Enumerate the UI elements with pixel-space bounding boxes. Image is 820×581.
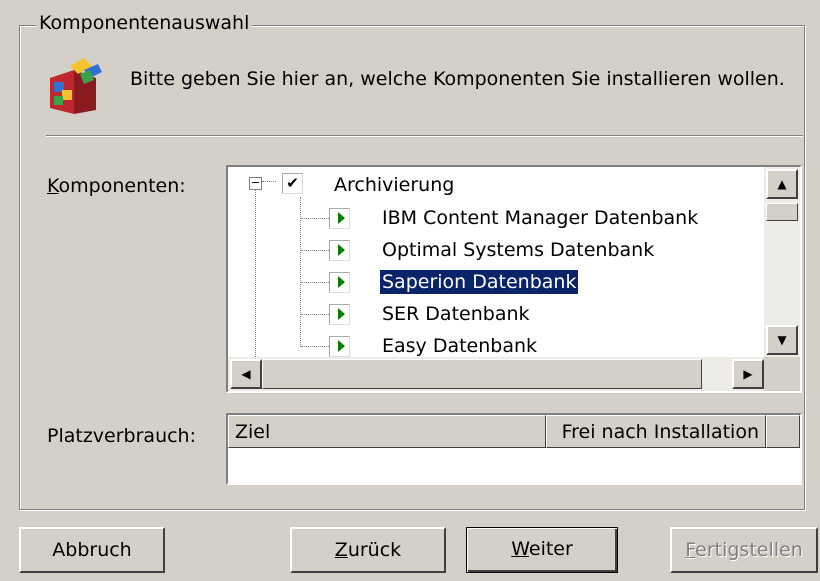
scroll-right-icon[interactable]: ▶ (732, 359, 764, 389)
check-icon[interactable]: ✔ (282, 173, 303, 194)
components-label: Komponenten: (47, 175, 186, 197)
arrow-icon (338, 308, 345, 320)
tree-node-item[interactable]: Easy Datenbank (228, 330, 768, 357)
vertical-scroll-thumb[interactable] (766, 203, 798, 221)
back-button[interactable]: Zurück (290, 527, 446, 573)
tree-node-root[interactable]: − ✔ Archivierung (228, 169, 768, 201)
scroll-up-icon[interactable]: ▲ (766, 169, 798, 199)
vertical-scrollbar[interactable]: ▲ ▼ (764, 167, 800, 357)
installer-box-icon (50, 58, 102, 114)
cancel-button[interactable]: Abbruch (19, 527, 165, 573)
tree-node-item[interactable]: Optimal Systems Datenbank (228, 234, 768, 266)
tree-node-label: SER Datenbank (382, 303, 530, 325)
space-usage-list[interactable]: Ziel Frei nach Installation (226, 413, 802, 485)
space-usage-label: Platzverbrauch: (47, 425, 196, 447)
group-title: Komponentenauswahl (36, 12, 253, 34)
scroll-down-icon[interactable]: ▼ (766, 325, 798, 355)
tree-node-item[interactable]: IBM Content Manager Datenbank (228, 202, 768, 234)
scroll-corner (764, 357, 800, 391)
arrow-icon (338, 276, 345, 288)
next-button[interactable]: Weiter (466, 527, 618, 573)
collapse-icon[interactable]: − (249, 177, 262, 190)
tree-node-item[interactable]: Saperion Datenbank (228, 266, 768, 298)
description-text: Bitte geben Sie hier an, welche Komponen… (130, 68, 785, 90)
tree-node-label: Easy Datenbank (382, 335, 538, 357)
separator (46, 135, 803, 137)
arrow-icon (338, 244, 345, 256)
column-header-target[interactable]: Ziel (228, 415, 546, 448)
tree-node-label-selected: Saperion Datenbank (378, 269, 580, 295)
column-header-free[interactable]: Frei nach Installation (546, 415, 766, 448)
tree-node-label: Optimal Systems Datenbank (382, 239, 655, 261)
arrow-icon (338, 212, 345, 224)
arrow-icon (338, 340, 345, 352)
horizontal-scroll-thumb[interactable] (262, 359, 702, 389)
components-tree[interactable]: − ✔ Archivierung IBM Content Manager Dat… (226, 165, 802, 393)
tree-node-label: IBM Content Manager Datenbank (382, 207, 699, 229)
tree-node-item[interactable]: SER Datenbank (228, 298, 768, 330)
horizontal-scrollbar[interactable]: ◀ ▶ (228, 357, 768, 391)
scroll-left-icon[interactable]: ◀ (230, 359, 262, 389)
column-header-empty (766, 415, 800, 448)
finish-button[interactable]: Fertigstellen (670, 527, 818, 573)
tree-node-label: Archivierung (334, 174, 455, 196)
